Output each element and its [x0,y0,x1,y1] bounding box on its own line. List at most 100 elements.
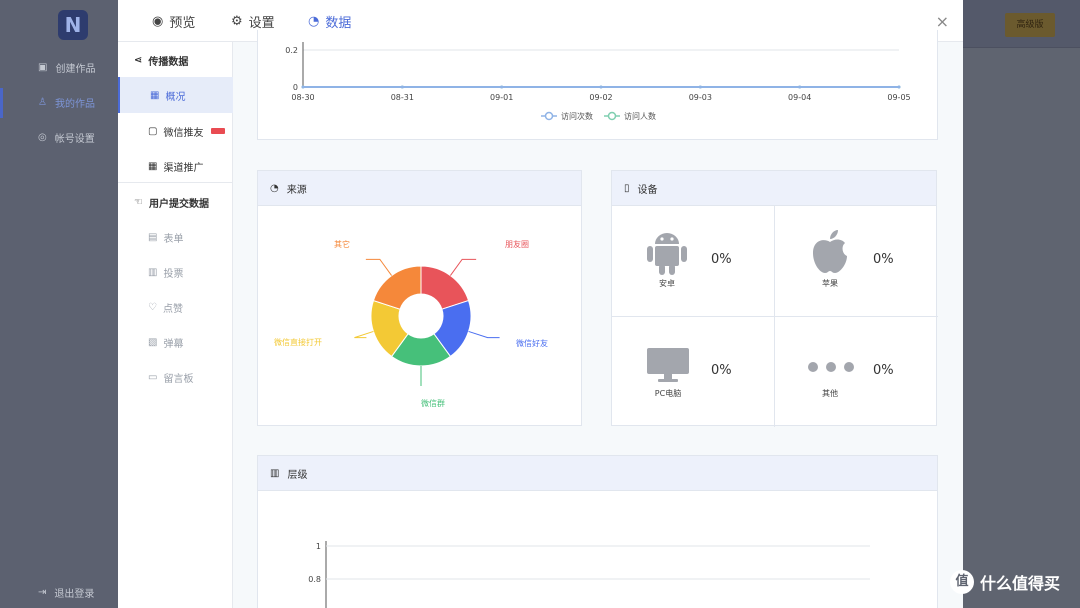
sidebar-group-label: 用户提交数据 [148,198,209,210]
y-tick-label: 0.8 [308,575,321,584]
nav-account-settings-label: 帐号设置 [54,133,95,145]
pie-icon: ◔ [270,182,279,194]
grid-icon: ▦ [150,89,160,101]
pie-slice[interactable] [372,265,422,310]
watermark-text: 什么值得买 [980,574,1061,593]
pie-leader-line [449,258,477,276]
x-tick-label: 08-30 [291,93,314,102]
pie-icon: ◔ [308,13,320,29]
x-tick-label: 09-02 [589,93,612,102]
sidebar-group-spread-data[interactable]: ⋖ 传播数据 [118,42,233,78]
sidebar-item-channel-promo[interactable]: ▦ 渠道推广 [118,148,233,184]
data-point [301,85,305,89]
tab-data-label: 数据 [325,15,352,31]
form-icon: ▤ [148,231,158,243]
logout-label: 退出登录 [54,588,95,600]
x-tick-label: 09-05 [887,93,910,102]
android-percent: 0% [711,252,732,267]
pie-label: 微信群 [421,398,445,408]
data-point [897,85,901,89]
monitor-icon [647,348,689,382]
pie-leader-line [365,258,393,276]
data-point [599,85,603,89]
other-percent: 0% [873,363,894,378]
background-sidebar: N ▣ 创建作品 ♙ 我的作品 ◎ 帐号设置 ⇥ 退出登录 [0,0,118,608]
nav-account-settings[interactable]: ◎ 帐号设置 [38,125,95,149]
sidebar-item-vote[interactable]: ▥ 投票 [118,254,233,290]
source-title: 来源 [286,184,307,196]
heart-icon: ♡ [148,301,157,313]
bar-chart-icon: ▥ [148,266,158,278]
more-dots-icon [808,362,854,372]
sidebar-group-label: 传播数据 [148,56,189,68]
sidebar-item-danmaku[interactable]: ▧ 弹幕 [118,324,233,360]
logout-button[interactable]: ⇥ 退出登录 [38,580,94,604]
nav-my-works[interactable]: ♙ 我的作品 [38,90,95,114]
device-other: 0% 其他 [775,317,938,427]
app-logo: N [58,10,88,40]
pie-leader-line [354,330,374,339]
hand-icon: ☜ [134,196,143,208]
source-pie-chart: 朋友圈微信好友微信群 微信直接打开 其它 [274,239,548,408]
sidebar-divider [118,182,233,183]
pc-label: PC电脑 [654,389,682,398]
sidebar-group-user-submitted[interactable]: ☜ 用户提交数据 [118,184,233,220]
pie-label: 朋友圈 [505,239,529,249]
tab-preview[interactable]: ◉ 预览 [152,0,195,42]
sidebar-item-message-board[interactable]: ▭ 留言板 [118,359,233,395]
hot-badge [211,128,226,134]
logout-icon: ⇥ [38,586,47,598]
data-modal: ◉ 预览 ⚙ 设置 ◔ 数据 × ⋖ 传播数据 ▦ 概况 ▢ 微信推友 ▦ 渠道… [118,0,963,608]
x-tick-label: 09-01 [490,93,513,102]
apple-percent: 0% [873,252,894,267]
legend-label: 访问人数 [624,111,656,121]
message-icon: ▭ [148,371,158,383]
device-panel: ▯ 设备 0% 安卓 0% 苹果 0% PC电脑 0% 其他 [611,170,938,427]
close-icon[interactable]: × [936,12,949,31]
data-point [500,85,504,89]
eye-icon: ◉ [152,13,164,29]
data-point [400,85,404,89]
sidebar-item-wechat-push[interactable]: ▢ 微信推友 [118,113,233,149]
device-pc: 0% PC电脑 [612,317,775,427]
sidebar-item-label: 投票 [163,268,184,280]
device-android: 0% 安卓 [612,206,775,317]
data-point [798,85,802,89]
pie-label: 微信直接打开 [274,337,322,347]
edit-icon: ▣ [38,61,48,73]
sidebar-item-label: 微信推友 [163,127,204,139]
other-label: 其他 [822,389,838,398]
y-tick-label: 1 [316,542,321,551]
source-panel: ◔ 来源 朋友圈 微信好友 微信群 微信直接打开 其它 [257,170,582,426]
bar-chart-icon: ▥ [270,467,280,479]
sidebar-item-form[interactable]: ▤ 表单 [118,219,233,255]
legend-label: 访问次数 [561,111,593,121]
android-label: 安卓 [659,279,675,288]
pie-label: 其它 [334,239,350,249]
trend-panel: 0 0.2 08-30 08-31 09-01 09-02 09-03 09-04 09-05 访… [257,30,938,140]
nav-create-work[interactable]: ▣ 创建作品 [38,55,95,79]
tablet-icon: ▯ [624,182,630,194]
layout-icon: ▦ [148,160,158,172]
active-nav-indicator [0,88,3,118]
sidebar-item-label: 概况 [165,91,186,103]
apple-icon [813,230,847,273]
level-panel-header: ▥ 层级 [258,456,937,491]
tab-preview-label: 预览 [169,15,196,31]
trend-line-chart: 0 0.2 08-30 08-31 09-01 09-02 09-03 09-04 09-05 访… [285,42,911,121]
data-sidebar: ⋖ 传播数据 ▦ 概况 ▢ 微信推友 ▦ 渠道推广 ☜ 用户提交数据 ▤ 表单 … [118,42,233,608]
danmaku-icon: ▧ [148,336,158,348]
tab-settings-label: 设置 [248,15,275,31]
gear-icon: ⚙ [231,13,243,29]
sidebar-item-label: 弹幕 [163,338,184,350]
chat-icon: ▢ [148,125,158,137]
upgrade-button[interactable]: 高级版 [1005,13,1055,37]
sidebar-item-like[interactable]: ♡ 点赞 [118,289,233,325]
level-panel: ▥ 层级 1 0.8 [257,455,938,608]
legend-marker [607,111,617,121]
level-title: 层级 [287,469,308,481]
watermark: 值 什么值得买 [950,570,1060,594]
x-tick-label: 09-04 [788,93,811,102]
pie-leader-line [468,330,500,339]
sidebar-item-overview[interactable]: ▦ 概况 [118,77,233,113]
